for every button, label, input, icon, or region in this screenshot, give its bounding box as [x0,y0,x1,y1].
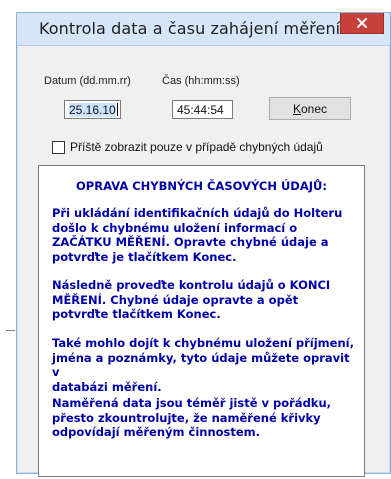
info-paragraph-4: Naměřená data jsou téměř jistě v pořádku… [52,396,332,439]
close-button[interactable] [340,13,384,34]
background-dash [6,330,15,331]
time-input[interactable]: 45:44:54 [172,100,233,119]
konec-label: onec [300,101,328,116]
info-paragraph-1: Při ukládání identifikačních údajů do Ho… [52,206,343,264]
time-value: 45:44:54 [177,103,224,117]
date-value: 25.16.10 [69,103,116,117]
title-bar[interactable]: Kontrola data a času zahájení měření [17,13,390,46]
info-title: OPRAVA CHYBNÝCH ČASOVÝCH ÚDAJŮ: [76,179,327,193]
info-paragraph-2: Následně proveďte kontrolu údajů o KONCI… [52,278,331,321]
info-paragraph-3: Také mohlo dojít k chybnému uložení příj… [52,336,354,394]
date-label: Datum (dd.mm.rr) [44,75,131,87]
konec-button[interactable]: Konec [269,97,351,120]
date-input[interactable]: 25.16.10 [64,100,121,119]
close-icon [357,18,367,28]
show-only-errors-option[interactable]: Příště zobrazit pouze v případě chybných… [52,139,323,155]
dialog-window: Kontrola data a času zahájení měření Dat… [16,12,391,477]
konec-accel: K [292,101,301,116]
time-label: Čas (hh:mm:ss) [162,75,240,87]
checkbox-label: Příště zobrazit pouze v případě chybných… [70,140,323,154]
show-only-errors-checkbox[interactable] [52,140,65,154]
window-title: Kontrola data a času zahájení měření [39,19,341,38]
info-panel: OPRAVA CHYBNÝCH ČASOVÝCH ÚDAJŮ: Při uklá… [38,165,365,477]
text-caret [116,103,118,116]
